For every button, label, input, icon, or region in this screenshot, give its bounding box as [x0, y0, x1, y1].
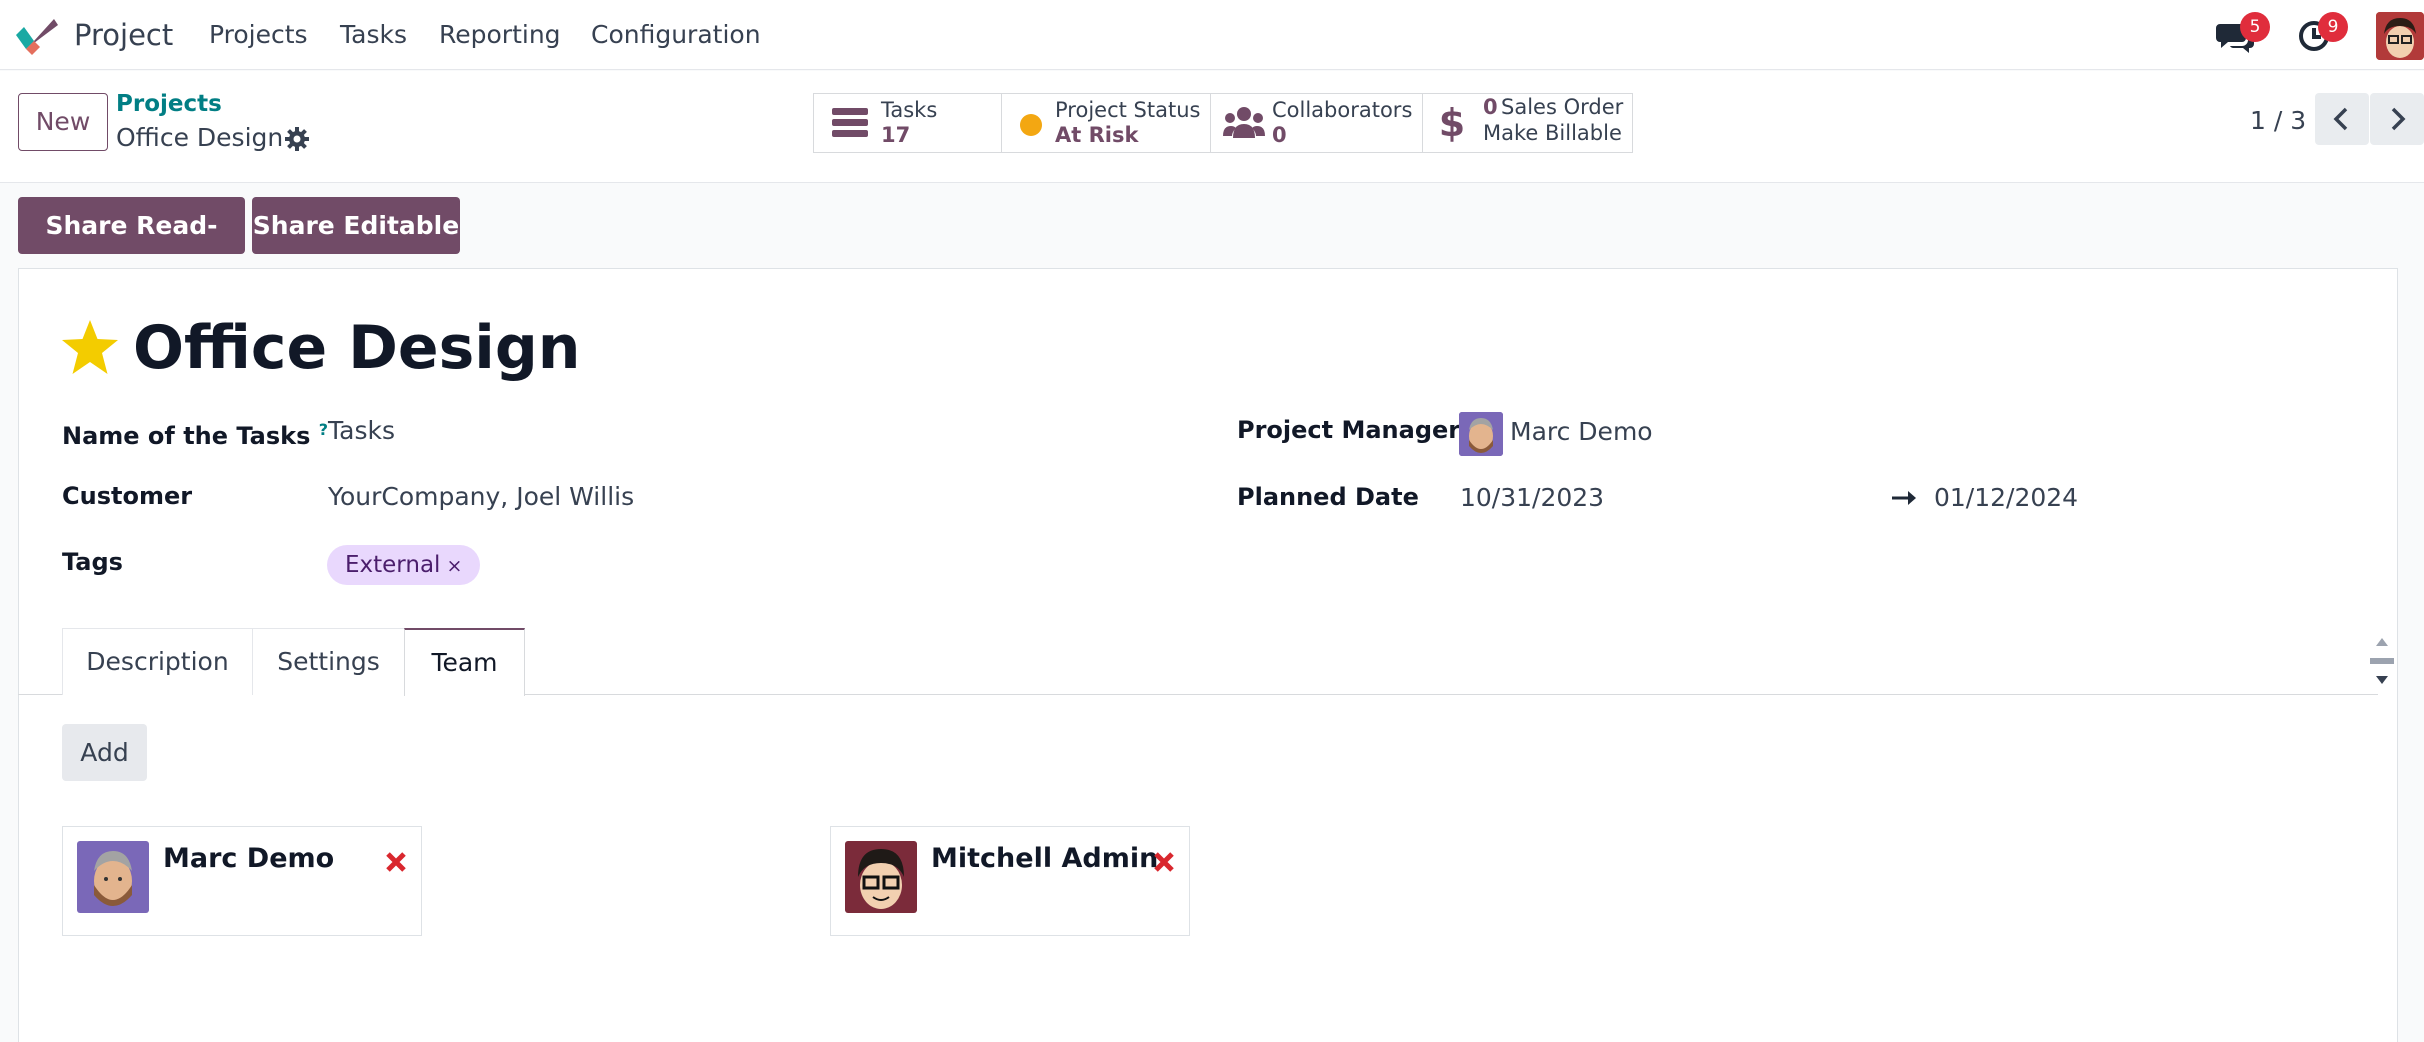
planned-date-start-field[interactable]: 10/31/2023: [1460, 481, 1604, 515]
customer-label: Customer: [62, 482, 193, 510]
task-name-field[interactable]: Tasks: [328, 414, 395, 448]
stat-project-status-button[interactable]: Project Status At Risk: [1001, 93, 1211, 153]
menu-projects[interactable]: Projects: [209, 18, 308, 52]
control-panel: New Projects Office Design Tasks 17 Proj…: [0, 71, 2424, 183]
dollar-icon: $: [1439, 102, 1465, 144]
pager-value[interactable]: 1 / 3: [2250, 101, 2306, 141]
status-dot-icon: [1020, 114, 1042, 136]
tasks-list-icon: [832, 108, 868, 137]
help-tooltip-icon[interactable]: ?: [319, 420, 328, 439]
project-title[interactable]: Office Design: [133, 310, 581, 386]
stat-sales-order-label: Sales Order: [1501, 95, 1624, 119]
tag-remove-icon[interactable]: ×: [446, 555, 462, 577]
favorite-star-icon[interactable]: [60, 318, 120, 376]
member-avatar: [77, 841, 149, 913]
stat-tasks-label: Tasks: [881, 98, 938, 122]
customer-field[interactable]: YourCompany, Joel Willis: [328, 480, 634, 514]
tab-team[interactable]: Team: [404, 628, 525, 696]
gear-icon[interactable]: [283, 125, 311, 153]
breadcrumb-projects-link[interactable]: Projects: [116, 89, 222, 119]
stat-make-billable-label: Make Billable: [1483, 121, 1622, 145]
app-name[interactable]: Project: [74, 16, 173, 54]
tag-label: External: [345, 552, 441, 578]
users-icon: [1223, 107, 1265, 138]
pager-previous-button[interactable]: [2315, 93, 2369, 145]
top-navbar: Project Projects Tasks Reporting Configu…: [0, 0, 2424, 70]
marc-demo-avatar-icon: [1459, 412, 1503, 456]
share-read-only-button[interactable]: Share Read-only: [18, 197, 245, 297]
team-member-card[interactable]: Mitchell Admin: [830, 826, 1190, 936]
project-manager-label: Project Manager: [1237, 416, 1461, 444]
stat-sales-order-button[interactable]: $ 0 Sales Order Make Billable: [1422, 93, 1633, 153]
tag-external: External ×: [327, 545, 481, 585]
stat-sales-order-count: 0: [1483, 95, 1498, 119]
breadcrumb-current-record: Office Design: [116, 123, 284, 152]
stat-tasks-button[interactable]: Tasks 17: [813, 93, 1002, 153]
project-app-logo-icon[interactable]: [14, 15, 58, 55]
stat-project-status-label: Project Status: [1055, 98, 1201, 122]
remove-member-icon[interactable]: [385, 851, 407, 873]
menu-tasks[interactable]: Tasks: [340, 18, 407, 52]
pager-next-button[interactable]: [2370, 93, 2424, 145]
task-name-label-text: Name of the Tasks: [62, 422, 311, 450]
task-name-label: Name of the Tasks ?: [62, 414, 328, 452]
new-button[interactable]: New: [18, 93, 108, 151]
stat-tasks-value: 17: [881, 123, 911, 147]
project-manager-field[interactable]: Marc Demo: [1510, 415, 1653, 449]
mitchell-admin-avatar-icon: [845, 841, 917, 913]
menu-configuration[interactable]: Configuration: [591, 18, 761, 52]
stat-collaborators-value: 0: [1272, 123, 1287, 147]
member-avatar: [845, 841, 917, 913]
chevron-right-icon: [2391, 107, 2406, 131]
stat-collaborators-label: Collaborators: [1272, 98, 1413, 122]
svg-text:$: $: [1439, 102, 1465, 144]
long-arrow-right-icon: [1892, 491, 1916, 505]
marc-demo-avatar-icon: [77, 841, 149, 913]
share-editable-button[interactable]: Share Editable: [252, 197, 460, 254]
activities-count-badge: 9: [2318, 12, 2348, 42]
messages-count-badge: 5: [2240, 12, 2270, 42]
user-avatar[interactable]: [2376, 12, 2424, 60]
tab-description[interactable]: Description: [62, 628, 253, 695]
tab-settings[interactable]: Settings: [252, 628, 405, 695]
user-avatar-icon: [2376, 12, 2424, 60]
member-name: Marc Demo: [163, 843, 335, 874]
stat-project-status-value: At Risk: [1055, 123, 1139, 147]
project-manager-avatar: [1459, 412, 1503, 456]
member-name: Mitchell Admin: [931, 843, 1159, 874]
add-member-button[interactable]: Add: [62, 724, 147, 781]
menu-reporting[interactable]: Reporting: [439, 18, 561, 52]
planned-date-label: Planned Date: [1237, 483, 1419, 511]
tags-label: Tags: [62, 548, 123, 576]
tabs-scroll-arrows-icon[interactable]: [2368, 630, 2396, 692]
remove-member-icon[interactable]: [1153, 851, 1175, 873]
team-member-card[interactable]: Marc Demo: [62, 826, 422, 936]
chevron-left-icon: [2333, 107, 2348, 131]
stat-collaborators-button[interactable]: Collaborators 0: [1210, 93, 1423, 153]
planned-date-end-field[interactable]: 01/12/2024: [1934, 481, 2078, 515]
